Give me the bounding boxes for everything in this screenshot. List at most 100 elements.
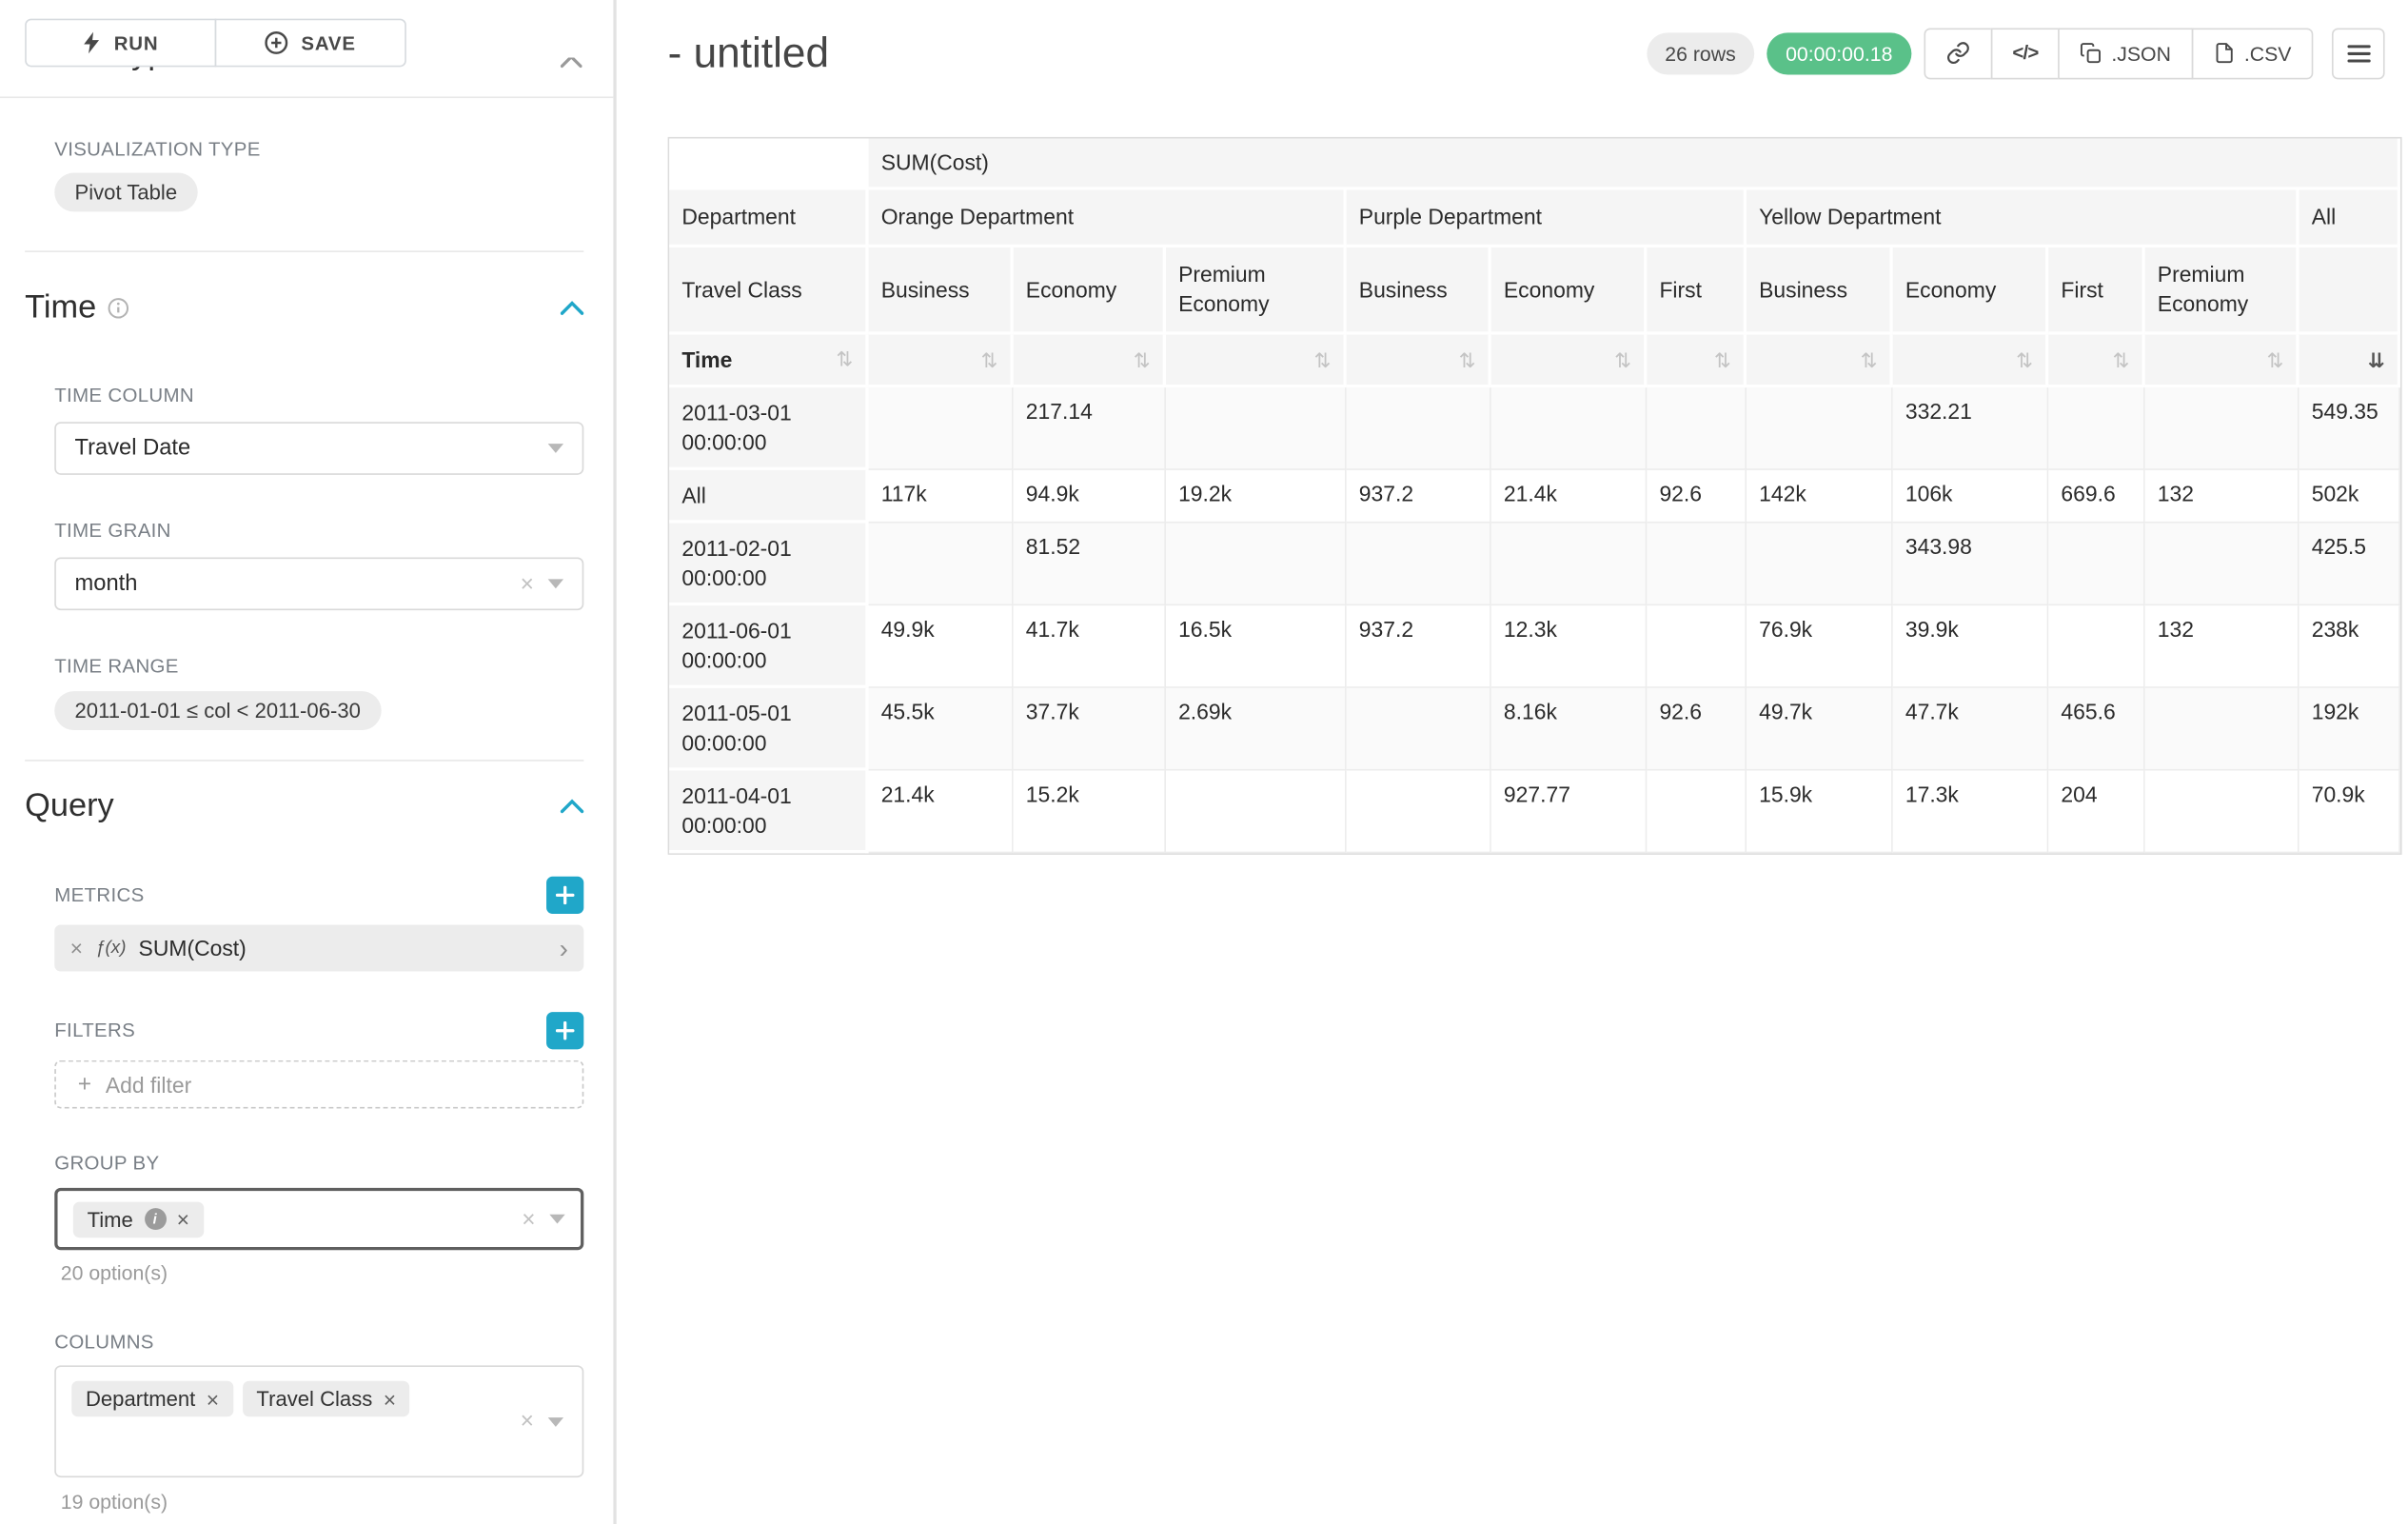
function-icon: ƒ(x) bbox=[95, 939, 126, 958]
pivot-class-header: Business bbox=[1347, 247, 1491, 335]
pivot-class-header: Business bbox=[1747, 247, 1893, 335]
pivot-value-cell: 217.14 bbox=[1014, 387, 1166, 470]
save-button[interactable]: SAVE bbox=[215, 19, 406, 68]
sort-descending-icon[interactable]: ⇊ bbox=[2368, 349, 2385, 369]
view-query-button[interactable]: </> bbox=[1990, 28, 2060, 79]
pivot-value-cell: 238k bbox=[2299, 605, 2400, 688]
pivot-value-cell: 17.3k bbox=[1893, 771, 2049, 854]
columns-pill: Department × bbox=[71, 1381, 233, 1417]
pivot-metric-header: SUM(Cost) bbox=[869, 139, 2400, 190]
group-by-pill: Time i × bbox=[73, 1201, 204, 1237]
sort-icon[interactable]: ⇅ bbox=[2266, 349, 2283, 369]
pivot-value-cell: 70.9k bbox=[2299, 771, 2400, 854]
sort-icon[interactable]: ⇅ bbox=[1314, 349, 1332, 369]
sort-icon[interactable]: ⇅ bbox=[1861, 349, 1878, 369]
sort-icon[interactable]: ⇅ bbox=[1614, 349, 1631, 369]
time-column-select[interactable]: Travel Date bbox=[54, 422, 583, 475]
remove-pill-icon[interactable]: × bbox=[177, 1208, 189, 1230]
sort-icon[interactable]: ⇅ bbox=[836, 349, 853, 369]
group-by-select[interactable]: Time i × × bbox=[54, 1188, 583, 1250]
pivot-value-cell: 106k bbox=[1893, 470, 2049, 524]
time-grain-select[interactable]: month × bbox=[54, 558, 583, 611]
time-range-value: 2011-01-01 ≤ col < 2011-06-30 bbox=[75, 699, 361, 722]
columns-select[interactable]: Department × Travel Class × × bbox=[54, 1365, 583, 1477]
sort-icon[interactable]: ⇅ bbox=[1459, 349, 1476, 369]
save-button-label: SAVE bbox=[301, 32, 355, 54]
metric-item[interactable]: × ƒ(x) SUM(Cost) › bbox=[54, 924, 583, 971]
pivot-sort-header: ⇅ bbox=[1014, 335, 1166, 388]
pivot-class-header: Premium Economy bbox=[1166, 247, 1347, 335]
time-grain-label: TIME GRAIN bbox=[54, 520, 613, 542]
columns-pill-label: Travel Class bbox=[256, 1387, 372, 1411]
collapse-chevron-up-icon[interactable] bbox=[561, 301, 584, 316]
pivot-value-cell: 132 bbox=[2145, 470, 2299, 524]
metrics-label: METRICS bbox=[54, 884, 144, 906]
pivot-value-cell: 12.3k bbox=[1491, 605, 1648, 688]
add-filter-button[interactable] bbox=[546, 1012, 583, 1049]
pivot-value-cell: 81.52 bbox=[1014, 524, 1166, 606]
add-filter-dropzone[interactable]: + Add filter bbox=[54, 1060, 583, 1109]
collapse-chevron-clipped-icon bbox=[561, 58, 582, 72]
pivot-sort-header: ⇅ bbox=[1347, 335, 1491, 388]
pivot-sort-header: ⇅ bbox=[1491, 335, 1648, 388]
clear-icon[interactable]: × bbox=[521, 1410, 534, 1434]
add-metric-button[interactable] bbox=[546, 877, 583, 914]
sort-icon[interactable]: ⇅ bbox=[2113, 349, 2130, 369]
pivot-value-cell bbox=[1747, 524, 1893, 606]
file-icon bbox=[2213, 42, 2235, 64]
pivot-value-cell: 94.9k bbox=[1014, 470, 1166, 524]
pivot-value-cell: 15.2k bbox=[1014, 771, 1166, 854]
query-section-header[interactable]: Query bbox=[25, 788, 583, 825]
collapse-chevron-up-icon[interactable] bbox=[561, 799, 584, 814]
download-json-button[interactable]: .JSON bbox=[2059, 28, 2193, 79]
copy-link-button[interactable] bbox=[1924, 28, 1992, 79]
time-column-value: Travel Date bbox=[75, 436, 534, 461]
pivot-value-cell bbox=[1647, 771, 1747, 854]
info-icon bbox=[108, 297, 129, 319]
pivot-value-cell bbox=[1491, 387, 1648, 470]
remove-metric-icon[interactable]: × bbox=[70, 938, 83, 960]
pivot-sort-header: ⇅ bbox=[869, 335, 1014, 388]
sort-icon[interactable]: ⇅ bbox=[1714, 349, 1731, 369]
caret-down-icon bbox=[548, 1416, 563, 1426]
filters-label: FILTERS bbox=[54, 1019, 135, 1041]
time-range-pill[interactable]: 2011-01-01 ≤ col < 2011-06-30 bbox=[54, 691, 381, 730]
pivot-value-cell bbox=[1347, 771, 1491, 854]
pivot-value-cell bbox=[1647, 605, 1747, 688]
sort-icon[interactable]: ⇅ bbox=[1134, 349, 1151, 369]
copy-icon bbox=[2081, 42, 2102, 64]
run-button[interactable]: RUN bbox=[25, 19, 216, 68]
remove-pill-icon[interactable]: × bbox=[207, 1388, 219, 1410]
time-range-label: TIME RANGE bbox=[54, 656, 613, 678]
chart-panel: - untitled 26 rows 00:00:00.18 </> bbox=[620, 0, 2408, 1524]
chevron-right-icon[interactable]: › bbox=[560, 935, 568, 961]
pivot-value-cell: 332.21 bbox=[1893, 387, 2049, 470]
sort-icon[interactable]: ⇅ bbox=[2016, 349, 2033, 369]
time-column-label: TIME COLUMN bbox=[54, 385, 613, 406]
hamburger-icon bbox=[2347, 43, 2371, 63]
pivot-row: 2011-03-01 00:00:00217.14332.21549.35 bbox=[669, 387, 2400, 470]
clear-icon[interactable]: × bbox=[521, 572, 534, 596]
sidebar-topbar: Chart Type RUN SAVE bbox=[0, 0, 613, 98]
pivot-value-cell bbox=[2145, 771, 2299, 854]
pivot-value-cell bbox=[869, 387, 1014, 470]
pivot-value-cell bbox=[1491, 524, 1648, 606]
download-csv-button[interactable]: .CSV bbox=[2191, 28, 2313, 79]
sort-icon[interactable]: ⇅ bbox=[981, 349, 998, 369]
pivot-corner-cell bbox=[669, 139, 868, 190]
pivot-value-cell: 19.2k bbox=[1166, 470, 1347, 524]
remove-pill-icon[interactable]: × bbox=[384, 1388, 396, 1410]
visualization-type-pill[interactable]: Pivot Table bbox=[54, 173, 197, 212]
time-section-header[interactable]: Time bbox=[25, 289, 583, 327]
pivot-col-group-header: Orange Department bbox=[869, 190, 1347, 248]
caret-down-icon bbox=[548, 444, 563, 453]
pivot-row: All117k94.9k19.2k937.221.4k92.6142k106k6… bbox=[669, 470, 2400, 524]
chart-title[interactable]: - untitled bbox=[668, 22, 829, 84]
pivot-value-cell: 2.69k bbox=[1166, 688, 1347, 771]
clear-icon[interactable]: × bbox=[522, 1207, 535, 1231]
chart-header-actions: 26 rows 00:00:00.18 </> bbox=[1647, 28, 2385, 79]
menu-button[interactable] bbox=[2332, 28, 2385, 79]
pivot-class-header: First bbox=[2048, 247, 2144, 335]
pivot-row: 2011-06-01 00:00:0049.9k41.7k16.5k937.21… bbox=[669, 605, 2400, 688]
row-count-badge: 26 rows bbox=[1647, 32, 1755, 74]
